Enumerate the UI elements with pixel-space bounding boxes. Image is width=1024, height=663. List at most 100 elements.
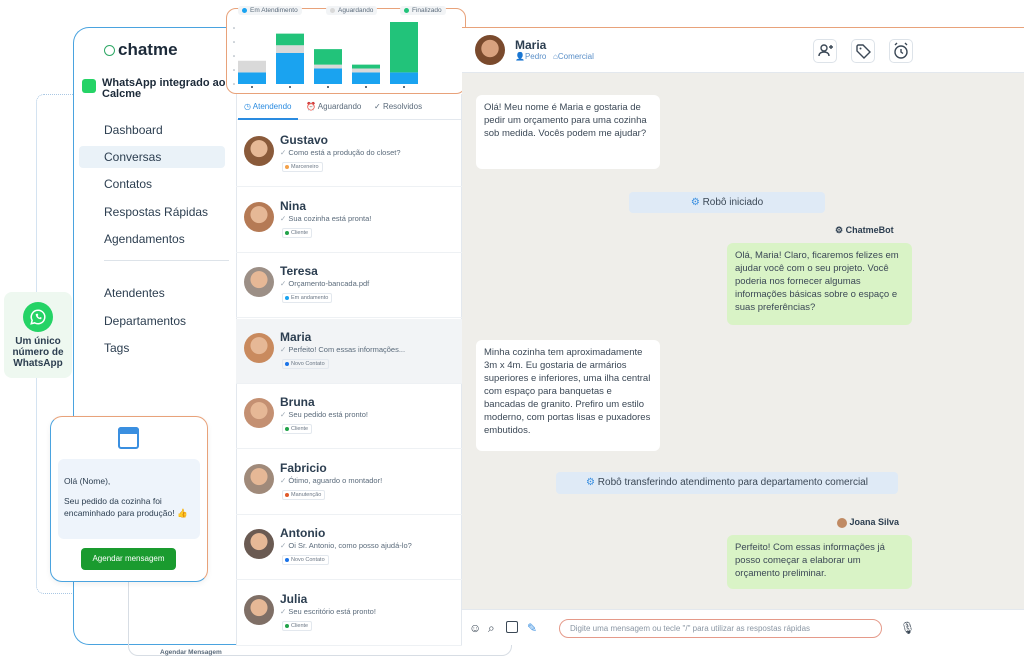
conversation-preview: ✓ Como está a produção do closet? (280, 148, 401, 157)
tag-label: Marceneiro (291, 164, 319, 170)
sidebar-item-departamentos[interactable]: Departamentos (104, 314, 186, 328)
avatar (244, 201, 274, 232)
tag-dot (285, 361, 289, 366)
conversation-item[interactable]: Teresa ✓ Orçamento-bancada.pdf Em andament… (236, 253, 462, 318)
transfer-user-button[interactable] (813, 39, 837, 63)
agendar-mensagem-label: Agendar Mensagem (160, 649, 222, 656)
conversation-preview-text: Como está a produção do closet? (288, 148, 401, 157)
whatsapp-integration-label: WhatsApp integrado ao Calcme (82, 78, 230, 100)
sidebar-item-agendamentos[interactable]: Agendamentos (104, 232, 185, 246)
tag-dot (285, 165, 289, 169)
conversation-preview-text: Ótimo, aguardo o montador! (288, 475, 383, 485)
schedule-body: Seu pedido da cozinha foi encaminhado pa… (64, 496, 188, 518)
bar-aguardando (352, 68, 380, 73)
tag-label: Cliente (291, 622, 309, 629)
logo-icon (104, 44, 115, 56)
x-axis-tick (403, 86, 405, 88)
bar-em-atendimento (314, 68, 342, 84)
legend-dot (404, 7, 409, 13)
sidebar-item-contatos[interactable]: Contatos (104, 177, 152, 191)
bar-aguardando (238, 60, 266, 73)
tag-label: Manutenção (291, 491, 322, 498)
tag-label: Cliente (291, 229, 309, 236)
tag-label: Novo Contato (291, 557, 325, 563)
calendar-icon[interactable] (506, 621, 518, 633)
tag-dot (285, 427, 289, 431)
bar-em-atendimento (390, 72, 418, 84)
conversation-preview-text: Perfeito! Com essas informações... (288, 344, 406, 354)
bar-aguardando (314, 64, 342, 69)
tab-atendendo[interactable]: ◷ Atendendo (244, 102, 291, 111)
sidebar-item-respostas-rapidas[interactable]: Respostas Rápidas (104, 205, 208, 219)
conversation-name: Teresa (280, 264, 318, 278)
avatar (244, 332, 274, 363)
agent-sender: Joana Silva (837, 517, 899, 528)
bar-aguardando (276, 45, 304, 53)
conversation-item[interactable]: Nina ✓ Sua cozinha está pronta! Cliente (236, 188, 462, 253)
emoji-icon[interactable]: ☺ (469, 621, 482, 635)
y-axis-tick (233, 27, 235, 29)
sidebar-item-dashboard[interactable]: Dashboard (104, 123, 163, 137)
conversation-item[interactable]: Bruna ✓ Seu pedido está pronto! Cliente (236, 384, 462, 449)
robot-icon: ⚙ (586, 477, 596, 488)
tab-resolvidos[interactable]: ✓ Resolvidos (374, 102, 422, 111)
avatar (244, 594, 274, 625)
microphone-icon[interactable]: 🎙 (900, 621, 915, 635)
message-input[interactable]: Digite uma mensagem ou tecle "/" para ut… (559, 619, 882, 638)
avatar (244, 463, 274, 494)
sidebar-item-conversas[interactable]: Conversas (104, 150, 161, 164)
alarm-clock-icon (894, 42, 908, 59)
conversation-item[interactable]: Gustavo ✓ Como está a produção do closet?… (236, 122, 462, 187)
system-message-text: Robô iniciado (702, 197, 764, 208)
single-number-badge: Um único número de WhatsApp (4, 292, 72, 378)
schedule-button[interactable] (889, 39, 913, 63)
attendant-name: Pedro (524, 52, 547, 61)
conversation-preview-text: Orçamento-bancada.pdf (288, 279, 370, 288)
schedule-message-preview: Olá (Nome), Seu pedido da cozinha foi en… (58, 459, 200, 539)
conversation-name: Maria (280, 329, 312, 344)
contact-avatar (475, 35, 505, 65)
tag-dot (285, 296, 289, 300)
whatsapp-integration-text: WhatsApp integrado ao Calcme (102, 77, 226, 100)
message-incoming: Olá! Meu nome é Maria e gostaria de pedi… (476, 95, 660, 169)
agendar-mensagem-button[interactable]: Agendar mensagem (81, 548, 176, 570)
chatme-logo: chatme (104, 40, 178, 60)
conversation-item[interactable]: Maria ✓ Perfeito! Com essas informações..… (236, 318, 462, 384)
tab-resolvidos-label: Resolvidos (382, 102, 423, 111)
conversation-preview: ✓ Ótimo, aguardo o montador! (280, 476, 382, 485)
tag-button[interactable] (851, 39, 875, 63)
conversation-name: Bruna (280, 395, 315, 409)
conversation-item[interactable]: Fabricio ✓ Ótimo, aguardo o montador! Manu… (236, 450, 462, 515)
conversation-preview: ✓ Perfeito! Com essas informações... (280, 345, 405, 354)
conversation-tabs: ◷ Atendendo ⏰ Aguardando ✓ Resolvidos (236, 96, 462, 120)
legend-label: Finalizado (412, 7, 442, 14)
conversation-preview-text: Seu pedido está pronto! (288, 410, 369, 419)
conversation-preview-text: Oi Sr. Antonio, como posso ajudá-lo? (288, 541, 412, 550)
conversation-tag: Cliente (282, 227, 313, 238)
bar-em-atendimento (352, 72, 380, 84)
y-axis-tick (233, 55, 235, 57)
tag-label: Novo Contato (291, 360, 325, 367)
y-axis-tick (233, 41, 235, 43)
conversation-item[interactable]: Julia ✓ Seu escritório está pronto! Client… (236, 581, 462, 646)
legend-aguardando: Aguardando (326, 6, 378, 15)
whatsapp-icon (23, 302, 53, 332)
attachment-icon[interactable]: ⌕ (488, 621, 501, 635)
conversation-tag: Novo Contato (282, 358, 329, 369)
agent-avatar (837, 517, 847, 528)
legend-finalizado: Finalizado (400, 6, 446, 15)
sidebar-item-tags[interactable]: Tags (104, 341, 129, 355)
legend-label: Em Atendimento (250, 7, 298, 14)
tag-dot (285, 230, 289, 235)
conversation-name: Julia (280, 591, 308, 606)
sidebar-item-atendentes[interactable]: Atendentes (104, 286, 165, 300)
conversation-preview-text: Seu escritório está pronto! (288, 606, 376, 616)
conversation-item[interactable]: Antonio ✓ Oi Sr. Antonio, como posso ajud… (236, 515, 462, 580)
signature-icon[interactable]: ✎ (527, 621, 540, 635)
tab-atendendo-label: Atendendo (252, 102, 292, 111)
conversation-tag: Manutenção (282, 489, 326, 500)
tab-aguardando[interactable]: ⏰ Aguardando (306, 102, 361, 111)
conversation-tag: Cliente (282, 424, 313, 434)
whatsapp-icon (82, 79, 96, 93)
avatar (244, 267, 274, 297)
